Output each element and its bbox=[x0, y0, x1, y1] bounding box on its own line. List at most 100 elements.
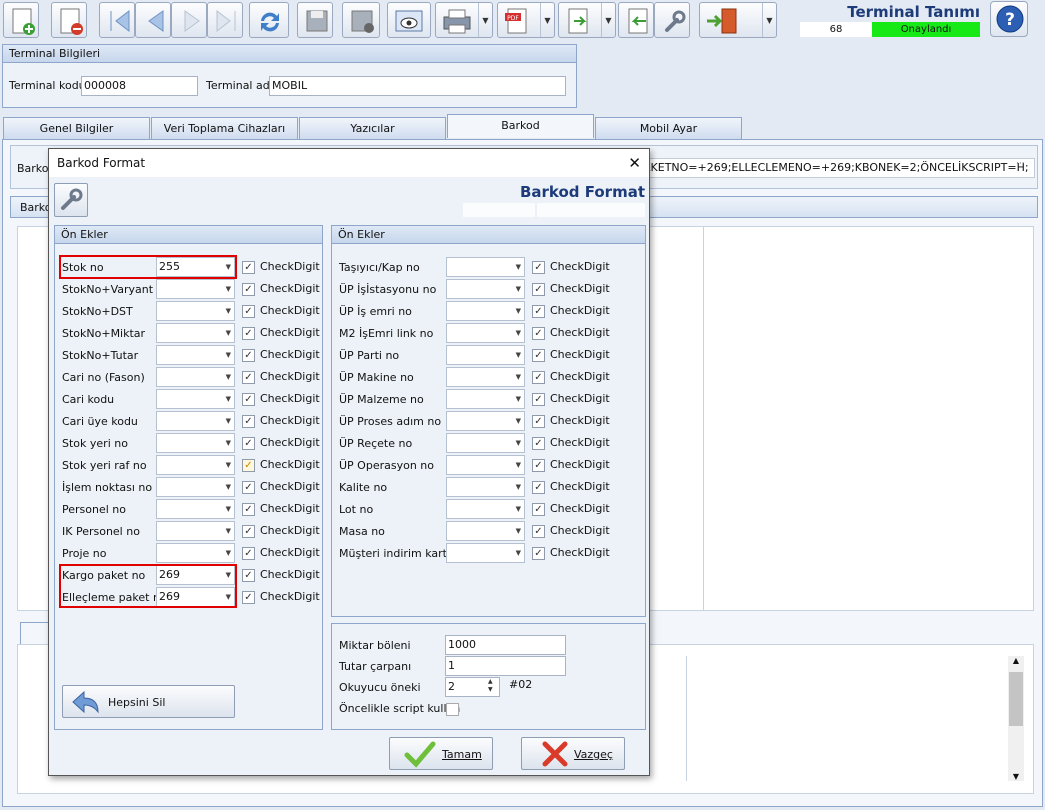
left-item-select[interactable]: ▼ bbox=[156, 323, 235, 343]
cancel-button[interactable]: Vazgeç bbox=[521, 737, 625, 770]
right-item-checkbox[interactable]: ✓ bbox=[532, 349, 545, 362]
close-button[interactable]: ✕ bbox=[628, 149, 641, 177]
right-item-select[interactable]: ▼ bbox=[446, 279, 525, 299]
right-item-select[interactable]: ▼ bbox=[446, 433, 525, 453]
miktar-field[interactable]: 1000 bbox=[445, 635, 566, 655]
left-item-select[interactable]: ▼ bbox=[156, 279, 235, 299]
right-item-checkbox[interactable]: ✓ bbox=[532, 481, 545, 494]
right-item-select[interactable]: ▼ bbox=[446, 301, 525, 321]
right-item-checkbox[interactable]: ✓ bbox=[532, 393, 545, 406]
tab-mobil-ayar[interactable]: Mobil Ayar bbox=[595, 117, 742, 139]
left-item-select[interactable]: ▼ bbox=[156, 345, 235, 365]
right-item-select[interactable]: ▼ bbox=[446, 367, 525, 387]
right-item-select[interactable]: ▼ bbox=[446, 521, 525, 541]
left-item-select[interactable]: ▼ bbox=[156, 499, 235, 519]
left-item-checkbox[interactable]: ✓ bbox=[242, 283, 255, 296]
left-item-select[interactable]: ▼ bbox=[156, 301, 235, 321]
left-item-checkbox[interactable]: ✓ bbox=[242, 569, 255, 582]
left-item-select[interactable]: ▼ bbox=[156, 367, 235, 387]
editor-scrollbar[interactable]: ▲ ▼ bbox=[1008, 656, 1024, 781]
right-item-select[interactable]: ▼ bbox=[446, 323, 525, 343]
save-close-button[interactable] bbox=[342, 2, 380, 38]
left-item-select[interactable]: ▼ bbox=[156, 521, 235, 541]
right-item-checkbox[interactable]: ✓ bbox=[532, 415, 545, 428]
left-item-checkbox[interactable]: ✓ bbox=[242, 547, 255, 560]
dropdown-arrow-icon[interactable]: ▼ bbox=[601, 3, 615, 37]
exit-door-button[interactable]: ▼ bbox=[699, 2, 777, 38]
lower-tab[interactable] bbox=[20, 622, 50, 644]
right-item-select[interactable]: ▼ bbox=[446, 499, 525, 519]
left-item-checkbox[interactable]: ✓ bbox=[242, 349, 255, 362]
left-item-checkbox[interactable]: ✓ bbox=[242, 525, 255, 538]
tools-button[interactable] bbox=[654, 2, 690, 38]
save-button[interactable] bbox=[297, 2, 333, 38]
previous-record-button[interactable] bbox=[135, 2, 171, 38]
dropdown-arrow-icon[interactable]: ▼ bbox=[540, 3, 554, 37]
left-item-checkbox[interactable]: ✓ bbox=[242, 393, 255, 406]
print-button[interactable]: ▼ bbox=[435, 2, 493, 38]
stepper-arrows-icon[interactable]: ▲ ▼ bbox=[488, 678, 493, 694]
left-item-checkbox[interactable]: ✓ bbox=[242, 591, 255, 604]
import-button[interactable] bbox=[618, 2, 654, 38]
right-item-checkbox[interactable]: ✓ bbox=[532, 371, 545, 384]
next-record-button[interactable] bbox=[171, 2, 207, 38]
tutar-field[interactable]: 1 bbox=[445, 656, 566, 676]
delete-document-button[interactable] bbox=[51, 2, 87, 38]
right-item-checkbox[interactable]: ✓ bbox=[532, 305, 545, 318]
tab-barkod[interactable]: Barkod bbox=[447, 114, 594, 138]
left-item-checkbox[interactable]: ✓ bbox=[242, 415, 255, 428]
right-item-checkbox[interactable]: ✓ bbox=[532, 459, 545, 472]
ok-label: Tamam bbox=[442, 748, 482, 761]
left-item-select[interactable]: ▼ bbox=[156, 455, 235, 475]
tab-genel-bilgiler[interactable]: Genel Bilgiler bbox=[3, 117, 150, 139]
tab-yazicilar[interactable]: Yazıcılar bbox=[299, 117, 446, 139]
right-item-select[interactable]: ▼ bbox=[446, 477, 525, 497]
left-item-select[interactable]: ▼ bbox=[156, 477, 235, 497]
refresh-button[interactable] bbox=[249, 2, 289, 38]
left-item-checkbox[interactable]: ✓ bbox=[242, 327, 255, 340]
right-item-checkbox[interactable]: ✓ bbox=[532, 327, 545, 340]
terminal-name-field[interactable]: MOBIL bbox=[269, 76, 566, 96]
right-item-checkbox[interactable]: ✓ bbox=[532, 525, 545, 538]
first-record-button[interactable] bbox=[99, 2, 135, 38]
left-item-select[interactable]: ▼ bbox=[156, 411, 235, 431]
oncelik-checkbox[interactable] bbox=[446, 703, 459, 716]
right-item-label: ÜP Proses adım no bbox=[339, 415, 442, 428]
ellipsis-button[interactable]: ··· bbox=[1016, 159, 1025, 169]
left-item-select[interactable]: ▼ bbox=[156, 389, 235, 409]
left-item-select[interactable]: ▼ bbox=[156, 433, 235, 453]
right-item-checkbox[interactable]: ✓ bbox=[532, 547, 545, 560]
right-item-select[interactable]: ▼ bbox=[446, 411, 525, 431]
left-item-checkbox[interactable]: ✓ bbox=[242, 481, 255, 494]
help-button[interactable]: ? bbox=[990, 1, 1028, 37]
right-item-select[interactable]: ▼ bbox=[446, 455, 525, 475]
tools-button[interactable] bbox=[54, 183, 88, 217]
clear-all-button[interactable]: Hepsini Sil bbox=[62, 685, 235, 718]
right-item-select[interactable]: ▼ bbox=[446, 389, 525, 409]
left-item-checkbox[interactable]: ✓ bbox=[242, 503, 255, 516]
dropdown-arrow-icon[interactable]: ▼ bbox=[762, 3, 776, 37]
export-button[interactable]: ▼ bbox=[558, 2, 616, 38]
right-item-checkbox[interactable]: ✓ bbox=[532, 283, 545, 296]
right-item-checkbox[interactable]: ✓ bbox=[532, 261, 545, 274]
ok-button[interactable]: Tamam bbox=[389, 737, 493, 770]
left-item-select[interactable]: ▼ bbox=[156, 543, 235, 563]
left-item-checkbox[interactable]: ✓ bbox=[242, 261, 255, 274]
preview-button[interactable] bbox=[387, 2, 431, 38]
barkod-format-field[interactable]: AKETNO=+269;ELLECLEMENO=+269;KBONEK=2;ÖN… bbox=[640, 158, 1035, 178]
left-item-checkbox[interactable]: ✓ bbox=[242, 305, 255, 318]
right-item-select[interactable]: ▼ bbox=[446, 257, 525, 277]
right-item-select[interactable]: ▼ bbox=[446, 345, 525, 365]
left-item-checkbox[interactable]: ✓ bbox=[242, 459, 255, 472]
tab-veri-toplama[interactable]: Veri Toplama Cihazları bbox=[151, 117, 298, 139]
right-item-checkbox[interactable]: ✓ bbox=[532, 437, 545, 450]
left-item-checkbox[interactable]: ✓ bbox=[242, 371, 255, 384]
right-item-checkbox[interactable]: ✓ bbox=[532, 503, 545, 516]
terminal-code-field[interactable]: 000008 bbox=[81, 76, 198, 96]
right-item-select[interactable]: ▼ bbox=[446, 543, 525, 563]
dropdown-arrow-icon[interactable]: ▼ bbox=[478, 3, 492, 37]
last-record-button[interactable] bbox=[207, 2, 243, 38]
new-document-button[interactable] bbox=[3, 2, 39, 38]
pdf-button[interactable]: PDF ▼ bbox=[497, 2, 555, 38]
left-item-checkbox[interactable]: ✓ bbox=[242, 437, 255, 450]
